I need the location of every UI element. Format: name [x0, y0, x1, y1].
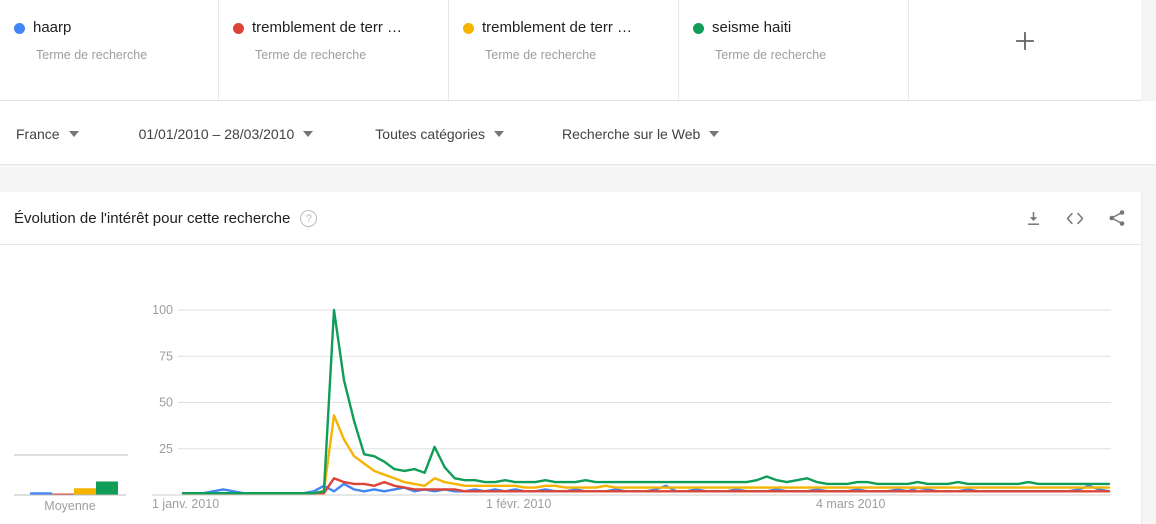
search-type-filter-label: Recherche sur le Web — [562, 126, 701, 142]
term-label: tremblement de terr … — [482, 19, 633, 36]
page-title: Évolution de l'intérêt pour cette recher… — [14, 209, 291, 227]
search-type-filter[interactable]: Recherche sur le Web — [562, 114, 720, 154]
chevron-down-icon — [303, 131, 314, 137]
term-tab-2[interactable]: tremblement de terr … Terme de recherche — [449, 0, 679, 100]
chevron-down-icon — [68, 131, 79, 137]
y-tick-label: 25 — [159, 442, 173, 456]
term-label: seisme haiti — [712, 19, 792, 36]
interest-over-time-card: Évolution de l'intérêt pour cette recher… — [0, 192, 1141, 524]
x-tick-label: 1 févr. 2010 — [486, 497, 551, 511]
y-tick-label: 75 — [159, 349, 173, 363]
y-axis-ticks: 25 50 75 100 — [152, 303, 173, 456]
chart-plot-area: Moyenne 25 50 75 100 1 janv. 2010 1 févr. 20… — [0, 245, 1141, 523]
term-tab-1[interactable]: tremblement de terr … Terme de recherche — [219, 0, 449, 100]
add-term-button[interactable] — [1012, 28, 1038, 54]
term-tab-0[interactable]: haarp Terme de recherche — [0, 0, 219, 100]
series-lines — [181, 308, 1111, 495]
search-terms-bar: haarp Terme de recherche tremblement de … — [0, 0, 1141, 101]
series-line-3 — [181, 308, 1111, 495]
term-sublabel: Terme de recherche — [36, 48, 148, 62]
category-filter-label: Toutes catégories — [375, 126, 486, 142]
term-label: tremblement de terr … — [252, 19, 403, 36]
region-filter[interactable]: France — [16, 114, 79, 154]
term-sublabel: Terme de recherche — [255, 48, 367, 62]
share-icon[interactable] — [1107, 208, 1127, 228]
download-icon[interactable] — [1023, 208, 1043, 228]
date-range-filter[interactable]: 01/01/2010 – 28/03/2010 — [139, 114, 314, 154]
chevron-down-icon — [709, 131, 720, 137]
term-label: haarp — [33, 19, 72, 36]
plus-icon — [1015, 32, 1034, 50]
filters-bar: France 01/01/2010 – 28/03/2010 Toutes ca… — [0, 101, 1156, 167]
term-header: seisme haiti — [693, 18, 894, 38]
term-color-dot — [14, 22, 25, 34]
category-filter[interactable]: Toutes catégories — [375, 114, 505, 154]
help-icon[interactable]: ? — [300, 209, 318, 227]
card-actions — [1023, 208, 1127, 228]
term-tab-3[interactable]: seisme haiti Terme de recherche — [679, 0, 909, 100]
x-tick-label: 1 janv. 2010 — [152, 497, 219, 511]
embed-code-icon[interactable] — [1065, 208, 1085, 228]
term-header: tremblement de terr … — [463, 18, 664, 38]
y-tick-label: 50 — [159, 396, 173, 410]
term-header: tremblement de terr … — [233, 18, 434, 38]
term-sublabel: Terme de recherche — [485, 48, 597, 62]
term-color-dot — [233, 22, 244, 34]
trends-line-chart: 25 50 75 100 1 janv. 2010 1 févr. 2010 4 mars… — [152, 303, 1111, 511]
term-color-dot — [693, 22, 704, 34]
region-filter-label: France — [16, 126, 60, 142]
add-term-cell[interactable] — [909, 0, 1140, 100]
x-tick-label: 4 mars 2010 — [816, 497, 886, 511]
term-header: haarp — [14, 18, 204, 38]
term-color-dot — [463, 22, 474, 34]
card-header: Évolution de l'intérêt pour cette recher… — [0, 192, 1141, 245]
x-axis-ticks: 1 janv. 2010 1 févr. 2010 4 mars 2010 — [152, 497, 886, 511]
y-tick-label: 100 — [152, 303, 173, 317]
gridlines — [152, 309, 1111, 496]
term-sublabel: Terme de recherche — [715, 48, 827, 62]
date-range-filter-label: 01/01/2010 – 28/03/2010 — [138, 126, 295, 142]
chevron-down-icon — [494, 131, 505, 137]
